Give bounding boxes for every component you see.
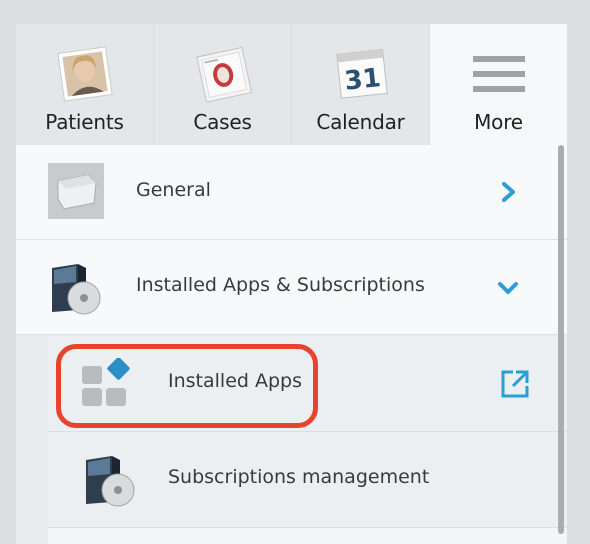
- external-link-icon[interactable]: [500, 369, 530, 403]
- calendar-icon: 31: [329, 44, 393, 108]
- menu-item-installed-apps-subscriptions-label: Installed Apps & Subscriptions: [136, 274, 425, 296]
- top-nav-tabs: Patients Cases 31 Calendar More: [16, 24, 567, 145]
- tab-calendar-label: Calendar: [316, 110, 405, 134]
- software-box-icon: [82, 452, 136, 512]
- software-box-icon: [48, 260, 102, 320]
- case-folder-icon: [191, 44, 255, 108]
- menu-item-general[interactable]: General: [16, 145, 567, 240]
- general-box-icon: [48, 163, 104, 223]
- chevron-right-icon[interactable]: [501, 182, 517, 206]
- hamburger-menu-icon: [471, 54, 527, 98]
- tab-patients-label: Patients: [45, 110, 124, 134]
- svg-text:31: 31: [343, 63, 382, 97]
- tab-more[interactable]: More: [430, 24, 567, 145]
- chevron-down-icon[interactable]: [497, 280, 519, 300]
- menu-item-general-label: General: [136, 179, 211, 201]
- list-item: [48, 528, 567, 544]
- more-panel: Patients Cases 31 Calendar More General …: [16, 24, 567, 544]
- menu-item-installed-apps-subscriptions[interactable]: Installed Apps & Subscriptions: [16, 240, 567, 335]
- menu-subitem-installed-apps-label: Installed Apps: [168, 370, 303, 392]
- tab-calendar[interactable]: 31 Calendar: [292, 24, 430, 145]
- tab-cases-label: Cases: [193, 110, 252, 134]
- tab-patients[interactable]: Patients: [16, 24, 154, 145]
- menu-subitem-installed-apps[interactable]: Installed Apps: [48, 336, 567, 432]
- apps-grid-icon: [82, 357, 134, 412]
- tab-more-label: More: [474, 110, 523, 134]
- scrollbar[interactable]: [558, 145, 564, 534]
- patient-photo-icon: [53, 44, 117, 108]
- tab-cases[interactable]: Cases: [154, 24, 292, 145]
- menu-subitem-subscriptions-management[interactable]: Subscriptions management: [48, 432, 567, 528]
- menu-subitem-subscriptions-management-label: Subscriptions management: [168, 466, 430, 488]
